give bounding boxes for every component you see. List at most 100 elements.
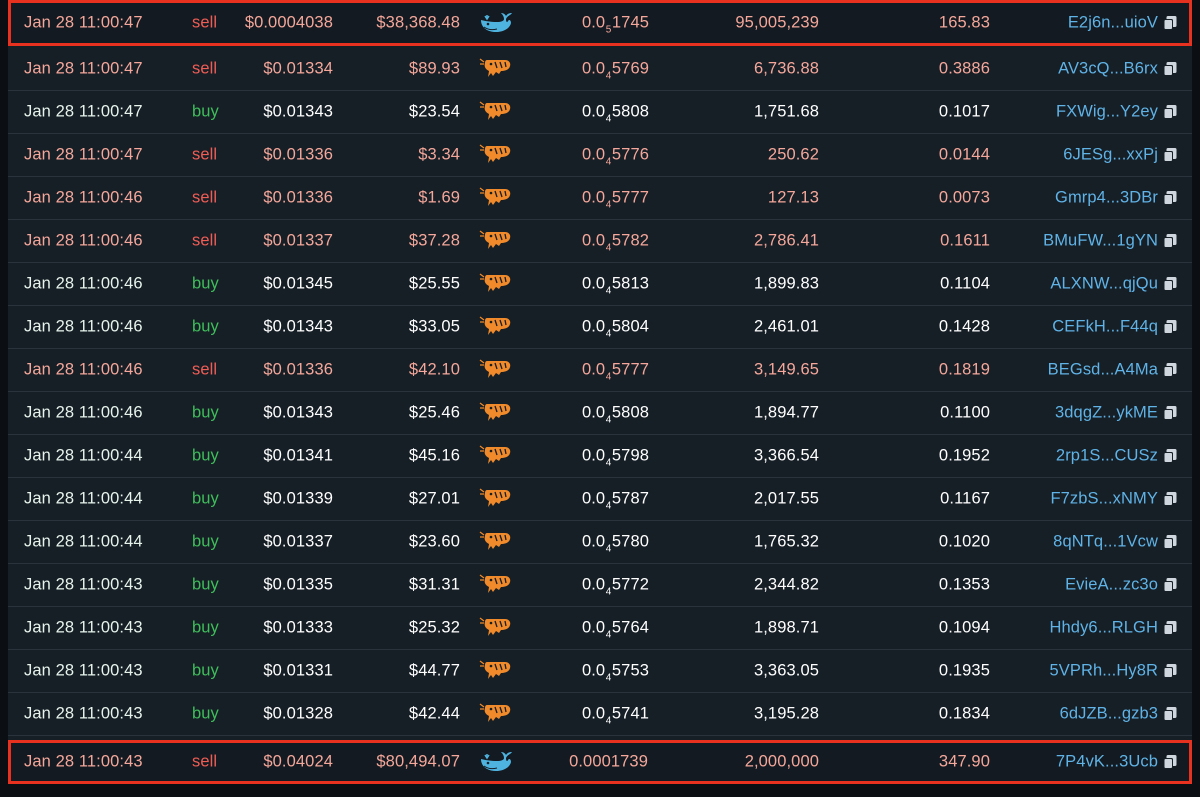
- sol-amount: 0.0144: [938, 145, 990, 164]
- trade-price: $0.01339: [263, 489, 333, 508]
- copy-icon[interactable]: [1162, 663, 1178, 679]
- token-amount: 6,736.88: [753, 59, 819, 78]
- trade-price: $0.01336: [263, 188, 333, 207]
- copy-icon[interactable]: [1162, 319, 1178, 335]
- trade-price: $0.04024: [263, 752, 333, 770]
- token-price: 0.045804: [581, 317, 649, 340]
- token-price: 0.0001739: [569, 752, 648, 770]
- trade-row: Jan 28 11:00:43 buy $0.01335 $31.31 0.04…: [8, 564, 1192, 607]
- trade-row: Jan 28 11:00:46 sell $0.01336 $1.69 0.04…: [8, 177, 1192, 220]
- token-amount: 3,149.65: [753, 360, 819, 379]
- trade-side: buy: [192, 274, 219, 293]
- maker-link[interactable]: F7zbS...xNMY: [1050, 490, 1158, 509]
- copy-icon[interactable]: [1162, 61, 1178, 77]
- shrimp-icon: [479, 574, 511, 593]
- maker-link[interactable]: Hhdy6...RLGH: [1050, 619, 1159, 638]
- copy-icon[interactable]: [1162, 534, 1178, 550]
- trade-usd-value: $42.10: [408, 360, 460, 379]
- token-amount: 1,765.32: [753, 532, 819, 551]
- copy-icon[interactable]: [1162, 190, 1178, 206]
- copy-icon[interactable]: [1162, 706, 1178, 722]
- trade-price: $0.01331: [263, 661, 333, 680]
- token-price: 0.045808: [581, 403, 649, 426]
- trade-usd-value: $23.54: [408, 102, 460, 121]
- token-price: 0.045808: [581, 102, 649, 125]
- maker-link[interactable]: 2rp1S...CUSz: [1056, 447, 1158, 466]
- trade-price: $0.01341: [263, 446, 333, 465]
- copy-icon[interactable]: [1162, 233, 1178, 249]
- sol-amount: 0.0073: [938, 188, 990, 207]
- trade-usd-value: $31.31: [408, 575, 460, 594]
- trade-time: Jan 28 11:00:46: [24, 231, 143, 250]
- trade-price: $0.01333: [263, 618, 333, 637]
- whale-icon: [481, 12, 512, 32]
- maker-link[interactable]: BMuFW...1gYN: [1043, 232, 1158, 251]
- maker-link[interactable]: EvieA...zc3o: [1065, 576, 1158, 595]
- maker-link[interactable]: 3dqgZ...ykME: [1055, 404, 1158, 423]
- trade-time: Jan 28 11:00:43: [24, 661, 143, 680]
- copy-icon[interactable]: [1162, 15, 1178, 31]
- trade-time: Jan 28 11:00:44: [24, 489, 143, 508]
- shrimp-icon: [479, 273, 511, 292]
- trade-time: Jan 28 11:00:46: [24, 360, 143, 379]
- token-price: 0.045780: [581, 532, 649, 555]
- maker-link[interactable]: 5VPRh...Hy8R: [1050, 662, 1159, 681]
- trade-side: sell: [192, 752, 218, 770]
- copy-icon[interactable]: [1162, 620, 1178, 636]
- copy-icon[interactable]: [1162, 276, 1178, 292]
- maker-link[interactable]: ALXNW...qjQu: [1050, 275, 1158, 294]
- copy-icon[interactable]: [1162, 491, 1178, 507]
- copy-icon[interactable]: [1162, 362, 1178, 378]
- copy-icon[interactable]: [1162, 754, 1178, 770]
- trade-side: buy: [192, 704, 219, 723]
- token-amount: 2,786.41: [753, 231, 819, 250]
- token-amount: 3,195.28: [753, 704, 819, 723]
- trade-time: Jan 28 11:00:43: [24, 575, 143, 594]
- trade-row: Jan 28 11:00:43 buy $0.01328 $42.44 0.04…: [8, 693, 1192, 736]
- copy-icon[interactable]: [1162, 104, 1178, 120]
- trade-time: Jan 28 11:00:46: [24, 274, 143, 293]
- trader-size-icon: [479, 530, 513, 554]
- trader-size-icon: [479, 573, 513, 597]
- trade-time: Jan 28 11:00:47: [24, 102, 143, 121]
- trade-row: Jan 28 11:00:46 buy $0.01345 $25.55 0.04…: [8, 263, 1192, 306]
- maker-link[interactable]: BEGsd...A4Ma: [1048, 361, 1158, 380]
- trade-row: Jan 28 11:00:44 buy $0.01341 $45.16 0.04…: [8, 435, 1192, 478]
- sol-amount: 0.1104: [940, 274, 990, 293]
- shrimp-icon: [479, 58, 511, 77]
- token-amount: 2,344.82: [753, 575, 819, 594]
- shrimp-icon: [479, 402, 511, 421]
- trade-price: $0.01337: [263, 231, 333, 250]
- token-amount: 2,461.01: [753, 317, 819, 336]
- trade-side: buy: [192, 618, 219, 637]
- maker-link[interactable]: 8qNTq...1Vcw: [1053, 533, 1158, 552]
- maker-link[interactable]: E2j6n...uioV: [1068, 13, 1158, 32]
- maker-link[interactable]: 7P4vK...3Ucb: [1056, 752, 1158, 771]
- trade-row: Jan 28 11:00:46 sell $0.01336 $42.10 0.0…: [8, 349, 1192, 392]
- shrimp-icon: [479, 660, 511, 679]
- sol-amount: 0.1020: [938, 532, 990, 551]
- maker-link[interactable]: Gmrp4...3DBr: [1055, 189, 1158, 208]
- shrimp-icon: [479, 488, 511, 507]
- token-amount: 1,751.68: [753, 102, 819, 121]
- maker-link[interactable]: 6dJZB...gzb3: [1060, 705, 1158, 724]
- maker-link[interactable]: FXWig...Y2ey: [1056, 103, 1158, 122]
- copy-icon[interactable]: [1162, 577, 1178, 593]
- copy-icon[interactable]: [1162, 405, 1178, 421]
- token-price: 0.045777: [581, 360, 649, 383]
- token-price: 0.045813: [581, 274, 649, 297]
- maker-link[interactable]: 6JESg...xxPj: [1063, 146, 1158, 165]
- trade-usd-value: $42.44: [408, 704, 460, 723]
- trade-time: Jan 28 11:00:47: [24, 59, 143, 78]
- maker-link[interactable]: CEFkH...F44q: [1052, 318, 1158, 337]
- trade-row: Jan 28 11:00:43 buy $0.01333 $25.32 0.04…: [8, 607, 1192, 650]
- trader-size-icon: [479, 100, 513, 124]
- token-price: 0.051745: [581, 13, 649, 35]
- token-price: 0.045776: [581, 145, 649, 168]
- trade-price: $0.01343: [263, 102, 333, 121]
- copy-icon[interactable]: [1162, 147, 1178, 163]
- trade-usd-value: $33.05: [408, 317, 460, 336]
- copy-icon[interactable]: [1162, 448, 1178, 464]
- maker-link[interactable]: AV3cQ...B6rx: [1058, 60, 1158, 79]
- sol-amount: 0.1017: [938, 102, 990, 121]
